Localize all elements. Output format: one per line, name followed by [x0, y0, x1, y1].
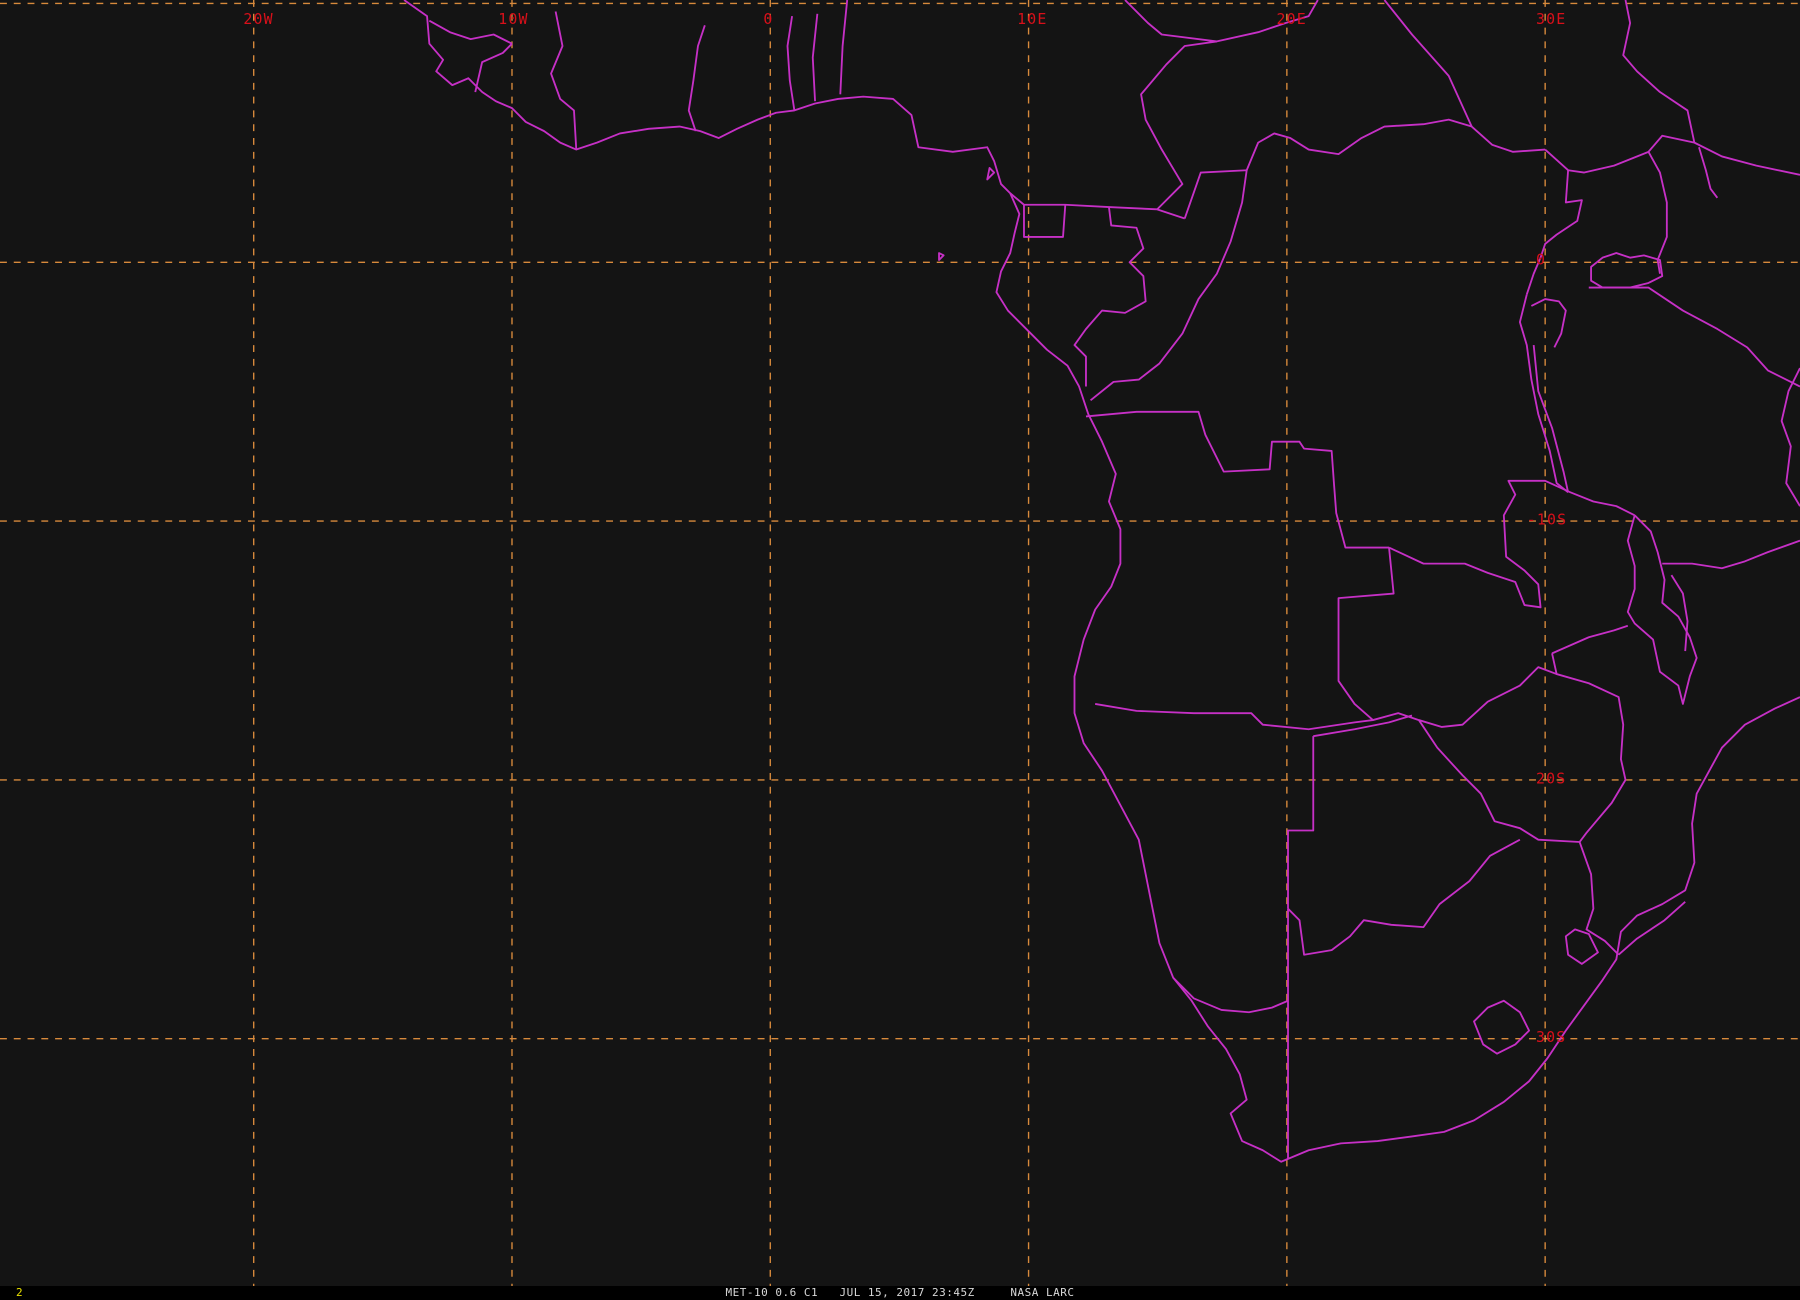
- sao-tome-island: [938, 252, 945, 261]
- bioko-island: [986, 167, 996, 181]
- border-rwanda-burundi: [1530, 298, 1567, 348]
- border-ghana: [687, 25, 706, 132]
- longitude-grid-lines: [253, 0, 1546, 1286]
- image-caption: MET-10 0.6 C1 JUL 15, 2017 23:45Z NASA L…: [725, 1286, 1075, 1299]
- border-namibia-botswana: [1287, 736, 1315, 909]
- lon-label-10e: 10E: [1017, 10, 1047, 28]
- lon-label-30e: 30E: [1536, 10, 1566, 28]
- border-angola-north: [1085, 410, 1390, 549]
- border-uganda: [1525, 170, 1583, 295]
- lon-label-0: 0: [763, 10, 773, 28]
- border-sudan: [1383, 0, 1473, 127]
- country-borders: [403, 0, 1800, 1163]
- coastline-west-africa: [403, 0, 1800, 1163]
- status-bar: 2 MET-10 0.6 C1 JUL 15, 2017 23:45Z NASA…: [0, 1286, 1800, 1300]
- border-angola-east: [1337, 547, 1395, 721]
- lon-label-20w: 20W: [243, 10, 273, 28]
- lake-turkana: [1698, 146, 1719, 199]
- border-south-sudan: [1544, 134, 1800, 176]
- border-liberia: [474, 43, 513, 93]
- border-cameroon-gabon: [1009, 192, 1185, 220]
- border-togo: [786, 15, 796, 111]
- longitude-labels: 20W 10W 0 10E 20E 30E: [243, 10, 1566, 28]
- border-tanzania-mozambique: [1662, 539, 1800, 570]
- border-car-south: [1245, 118, 1546, 171]
- satellite-image-frame: 20W 10W 0 10E 20E 30E 0 -10S 20S 30S 2 M…: [0, 0, 1800, 1300]
- border-ethiopia: [1622, 0, 1696, 143]
- border-mozambique-zimbabwe: [1551, 653, 1627, 843]
- border-car-north: [1140, 40, 1217, 210]
- border-orange-river: [1172, 977, 1289, 1014]
- border-zambia-zimbabwe: [1418, 666, 1557, 728]
- border-ivory-coast: [550, 11, 578, 150]
- lat-label-20s: 20S: [1536, 769, 1566, 787]
- border-benin: [811, 13, 819, 102]
- border-tanzania-north: [1588, 286, 1800, 388]
- border-south-africa-mozambique: [1578, 841, 1620, 956]
- lon-label-10w: 10W: [498, 10, 528, 28]
- lake-victoria: [1590, 252, 1664, 289]
- border-lesotho: [1473, 999, 1531, 1055]
- border-equatorial-guinea: [1023, 204, 1067, 238]
- border-kenya: [1647, 151, 1668, 274]
- border-congo-drc: [1089, 169, 1248, 402]
- lat-label-0: 0: [1536, 251, 1546, 269]
- madagascar-coast: [1780, 367, 1800, 507]
- lon-label-20e: 20E: [1277, 10, 1307, 28]
- satellite-map: 20W 10W 0 10E 20E 30E 0 -10S 20S 30S: [0, 0, 1800, 1286]
- lat-label-10s: -10S: [1527, 511, 1568, 529]
- border-botswana-south-africa: [1287, 838, 1521, 956]
- lat-label-30s: 30S: [1536, 1028, 1566, 1046]
- border-nigeria: [839, 0, 849, 95]
- border-gabon-congo: [1073, 206, 1147, 387]
- border-drc-zambia: [1388, 479, 1636, 609]
- border-zambia-mozambique: [1551, 624, 1629, 655]
